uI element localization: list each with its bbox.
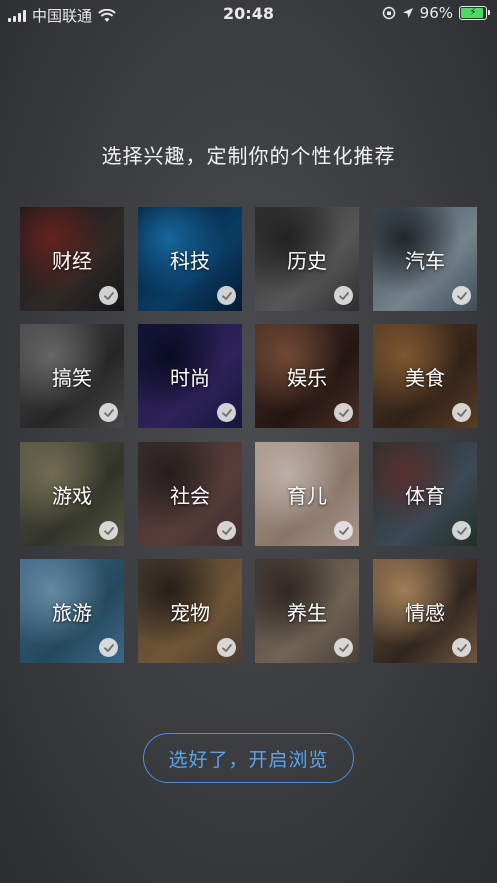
checkmark-icon bbox=[452, 286, 471, 305]
battery-icon: ⚡ bbox=[459, 6, 490, 20]
interest-tile[interactable]: 育儿 bbox=[255, 442, 359, 546]
checkmark-icon bbox=[334, 286, 353, 305]
checkmark-icon bbox=[217, 403, 236, 422]
interest-tile[interactable]: 旅游 bbox=[20, 559, 124, 663]
interest-tile[interactable]: 娱乐 bbox=[255, 324, 359, 428]
interest-tile[interactable]: 体育 bbox=[373, 442, 477, 546]
checkmark-icon bbox=[217, 521, 236, 540]
interest-tile[interactable]: 搞笑 bbox=[20, 324, 124, 428]
checkmark-icon bbox=[452, 403, 471, 422]
checkmark-icon bbox=[217, 286, 236, 305]
checkmark-icon bbox=[99, 286, 118, 305]
checkmark-icon bbox=[99, 403, 118, 422]
interest-tile[interactable]: 美食 bbox=[373, 324, 477, 428]
checkmark-icon bbox=[334, 638, 353, 657]
checkmark-icon bbox=[334, 403, 353, 422]
location-icon bbox=[402, 8, 413, 18]
checkmark-icon bbox=[99, 521, 118, 540]
checkmark-icon bbox=[99, 638, 118, 657]
interest-tile[interactable]: 科技 bbox=[138, 207, 242, 311]
status-bar: 中国联通 20:48 96% ⚡ bbox=[0, 0, 497, 28]
interest-tile[interactable]: 财经 bbox=[20, 207, 124, 311]
checkmark-icon bbox=[334, 521, 353, 540]
checkmark-icon bbox=[217, 638, 236, 657]
interest-tile[interactable]: 养生 bbox=[255, 559, 359, 663]
checkmark-icon bbox=[452, 638, 471, 657]
interest-tile[interactable]: 历史 bbox=[255, 207, 359, 311]
page-title: 选择兴趣，定制你的个性化推荐 bbox=[101, 144, 396, 168]
battery-percent: 96% bbox=[419, 4, 453, 22]
interest-tile[interactable]: 宠物 bbox=[138, 559, 242, 663]
start-browsing-button[interactable]: 选好了，开启浏览 bbox=[143, 733, 354, 783]
interest-tile[interactable]: 社会 bbox=[138, 442, 242, 546]
interest-tile[interactable]: 时尚 bbox=[138, 324, 242, 428]
rotation-lock-icon bbox=[382, 6, 395, 20]
interest-tile[interactable]: 游戏 bbox=[20, 442, 124, 546]
checkmark-icon bbox=[452, 521, 471, 540]
interest-tile[interactable]: 情感 bbox=[373, 559, 477, 663]
interest-tile[interactable]: 汽车 bbox=[373, 207, 477, 311]
status-right: 96% ⚡ bbox=[382, 4, 490, 22]
